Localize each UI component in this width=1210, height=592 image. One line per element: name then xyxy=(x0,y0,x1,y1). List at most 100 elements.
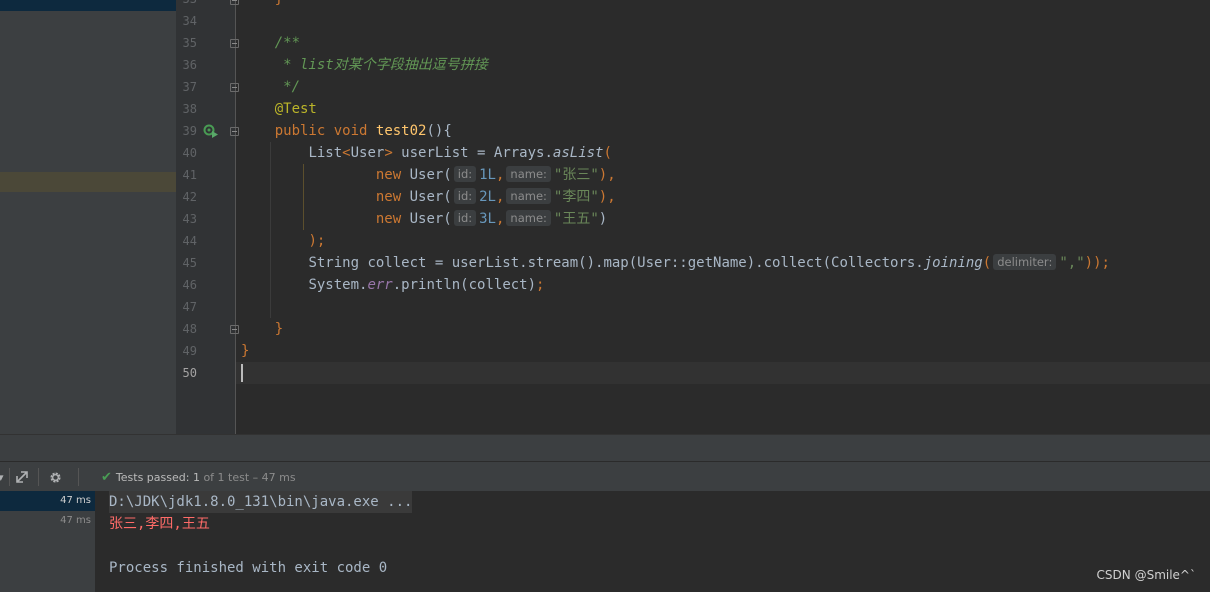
line-number: 41 xyxy=(182,168,197,182)
param-hint: id: xyxy=(453,166,477,182)
console-command-line[interactable]: D:\JDK\jdk1.8.0_131\bin\java.exe ... xyxy=(109,491,413,513)
code-line-33: } xyxy=(241,0,283,10)
keyword: new xyxy=(375,189,402,205)
fold-marker-icon[interactable] xyxy=(230,325,239,334)
code-line-42: new User(id: 2L, name: "李四"), xyxy=(241,186,616,208)
punctuation: )); xyxy=(1084,255,1110,271)
test-status: ✔ Tests passed: 1 of 1 test – 47 ms xyxy=(101,470,296,485)
line-number-current: 50 xyxy=(182,366,197,380)
code-line-45: String collect = userList.stream().map(U… xyxy=(241,252,1110,274)
code-line-38: @Test xyxy=(241,98,317,120)
line-number: 49 xyxy=(182,344,197,358)
constructor-call: User( xyxy=(409,189,452,205)
brace: } xyxy=(241,343,250,359)
run-test-icon[interactable] xyxy=(203,124,219,138)
console-output[interactable]: D:\JDK\jdk1.8.0_131\bin\java.exe ... 张三,… xyxy=(96,491,1210,592)
doc-comment: /** xyxy=(274,35,301,51)
method-call: asList xyxy=(552,145,604,161)
test-tree-row-selected[interactable]: 47 ms xyxy=(0,491,95,511)
code-line-40: List<User> userList = Arrays.asList( xyxy=(241,142,612,164)
type: List xyxy=(308,145,343,161)
line-number: 39 xyxy=(182,124,197,138)
line-number: 33 xyxy=(176,0,197,10)
line-number: 38 xyxy=(182,102,197,116)
param-hint: id: xyxy=(453,210,477,226)
toolbar-separator xyxy=(78,468,79,486)
toolbar-separator xyxy=(9,468,10,486)
status-count: 1 xyxy=(192,471,200,484)
punctuation: ; xyxy=(536,277,545,293)
keyword: new xyxy=(375,167,402,183)
fold-marker-icon[interactable] xyxy=(230,0,239,5)
current-line-highlight xyxy=(236,362,1210,384)
line-number: 37 xyxy=(182,80,197,94)
code: String collect = userList.stream().map(U… xyxy=(308,255,924,271)
line-number: 42 xyxy=(182,190,197,204)
param-hint: id: xyxy=(453,188,477,204)
punctuation: (){ xyxy=(426,123,452,139)
watermark: CSDN @Smile^` xyxy=(1096,568,1196,582)
code-line-48: } xyxy=(241,318,283,340)
punctuation: ), xyxy=(598,167,616,183)
number: 2L xyxy=(479,189,496,205)
punctuation: , xyxy=(495,211,505,227)
fold-marker-icon[interactable] xyxy=(230,83,239,92)
brace: } xyxy=(275,0,283,7)
code-line-36: * list对某个字段抽出逗号拼接 xyxy=(241,54,488,76)
string: "王五" xyxy=(553,211,599,227)
param-hint: delimiter: xyxy=(993,254,1057,270)
keyword: new xyxy=(375,211,402,227)
string: "," xyxy=(1059,255,1085,271)
type: User xyxy=(350,145,385,161)
keyword: public xyxy=(274,123,326,139)
text-caret xyxy=(241,364,243,382)
code-line-37: */ xyxy=(241,76,300,98)
chevron-down-icon[interactable]: ▾ xyxy=(0,471,4,484)
line-number: 43 xyxy=(182,212,197,226)
keyword: void xyxy=(333,123,368,139)
panel-splitter[interactable] xyxy=(0,434,1210,462)
line-number: 40 xyxy=(182,146,197,160)
fold-marker-icon[interactable] xyxy=(230,39,239,48)
code-line-39: public void test02(){ xyxy=(241,120,452,142)
code-line-41: new User(id: 1L, name: "张三"), xyxy=(241,164,616,186)
status-label: Tests passed: xyxy=(115,471,190,484)
status-detail: of 1 test – 47 ms xyxy=(203,471,296,484)
code: userList = Arrays. xyxy=(392,145,553,161)
test-duration: 47 ms xyxy=(60,495,91,506)
param-hint: name: xyxy=(506,210,551,226)
project-tree-highlight-row[interactable] xyxy=(0,172,176,192)
punctuation: ( xyxy=(603,145,612,161)
brace: } xyxy=(274,321,284,337)
doc-comment: * list对某个字段抽出逗号拼接 xyxy=(274,57,488,73)
console-exit-line: Process finished with exit code 0 xyxy=(109,560,388,576)
gear-icon[interactable] xyxy=(48,470,63,485)
code: System. xyxy=(308,277,368,293)
annotation: @Test xyxy=(274,101,317,117)
line-number: 44 xyxy=(182,234,197,248)
expand-icon[interactable] xyxy=(15,470,29,484)
console-stderr-line: 张三,李四,王五 xyxy=(109,516,210,532)
punctuation: , xyxy=(495,167,505,183)
test-tree: 47 ms 47 ms xyxy=(0,491,96,592)
constructor-call: User( xyxy=(409,167,452,183)
fold-marker-icon[interactable] xyxy=(230,127,239,136)
static-field: err xyxy=(367,277,393,293)
line-number: 36 xyxy=(182,58,197,72)
punctuation: > xyxy=(384,145,393,161)
project-tree-selected-row[interactable] xyxy=(0,0,176,11)
code-line-35: /** xyxy=(241,32,300,54)
punctuation: ), xyxy=(598,189,616,205)
line-number: 34 xyxy=(182,14,197,28)
code-line-44: ); xyxy=(241,230,325,252)
doc-comment: */ xyxy=(274,79,301,95)
line-number: 35 xyxy=(182,36,197,50)
punctuation: < xyxy=(342,145,351,161)
code-line-43: new User(id: 3L, name: "王五") xyxy=(241,208,607,230)
punctuation: ) xyxy=(598,211,608,227)
toolbar-separator xyxy=(38,468,39,486)
test-tree-row[interactable]: 47 ms xyxy=(0,511,95,531)
number: 3L xyxy=(479,211,496,227)
punctuation: ); xyxy=(308,233,326,249)
check-icon: ✔ xyxy=(101,470,112,485)
